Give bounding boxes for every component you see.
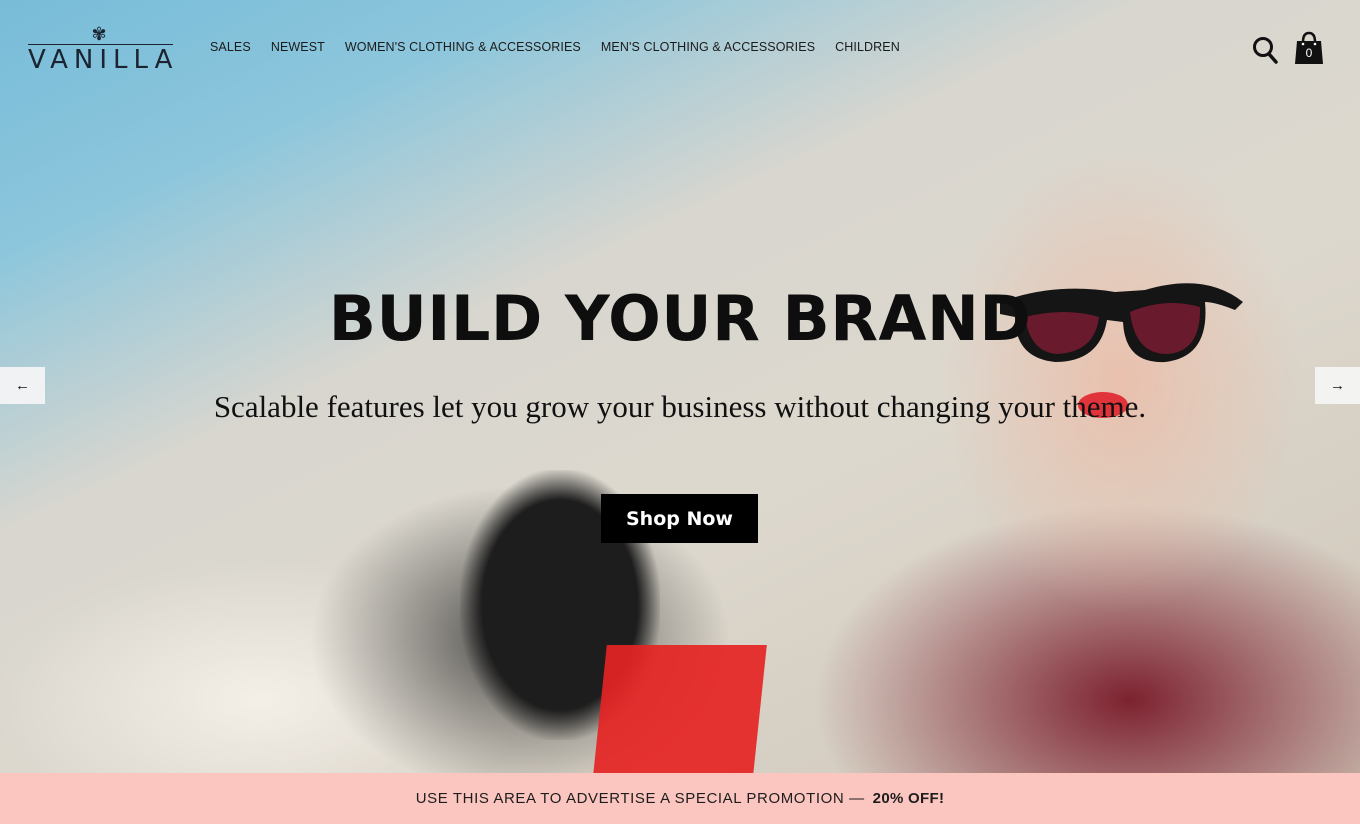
search-icon[interactable] — [1252, 36, 1278, 64]
promo-text: USE THIS AREA TO ADVERTISE A SPECIAL PRO… — [415, 790, 865, 807]
main-nav: SALES NEWEST WOMEN'S CLOTHING & ACCESSOR… — [210, 40, 900, 54]
promo-bar: USE THIS AREA TO ADVERTISE A SPECIAL PRO… — [0, 773, 1360, 824]
slide-prev-button[interactable]: ← — [0, 367, 45, 404]
arrow-right-icon: → — [1330, 377, 1345, 394]
cart-count-badge: 0 — [1305, 46, 1313, 60]
arrow-left-icon: ← — [15, 377, 30, 394]
nav-item-newest[interactable]: NEWEST — [271, 40, 325, 54]
shop-now-button[interactable]: Shop Now — [601, 494, 758, 543]
cart-button[interactable]: 0 — [1294, 31, 1324, 65]
brand-name: VANILLA — [28, 44, 179, 75]
nav-item-mens[interactable]: MEN'S CLOTHING & ACCESSORIES — [601, 40, 815, 54]
nav-item-sales[interactable]: SALES — [210, 40, 251, 54]
hero-title: BUILD YOUR BRAND — [328, 282, 1032, 355]
brand-logo[interactable]: ✾ VANILLA — [28, 24, 173, 74]
hero-slideshow — [0, 0, 1360, 773]
flower-logo-icon: ✾ — [91, 24, 107, 44]
hero-subtitle: Scalable features let you grow your busi… — [213, 389, 1147, 424]
nav-item-children[interactable]: CHILDREN — [835, 40, 900, 54]
site-header: ✾ VANILLA SALES NEWEST WOMEN'S CLOTHING … — [0, 0, 1360, 96]
promo-highlight: 20% OFF! — [872, 790, 945, 807]
hero-image-red-bag — [593, 645, 767, 773]
nav-item-womens[interactable]: WOMEN'S CLOTHING & ACCESSORIES — [345, 40, 581, 54]
slide-next-button[interactable]: → — [1315, 367, 1360, 404]
